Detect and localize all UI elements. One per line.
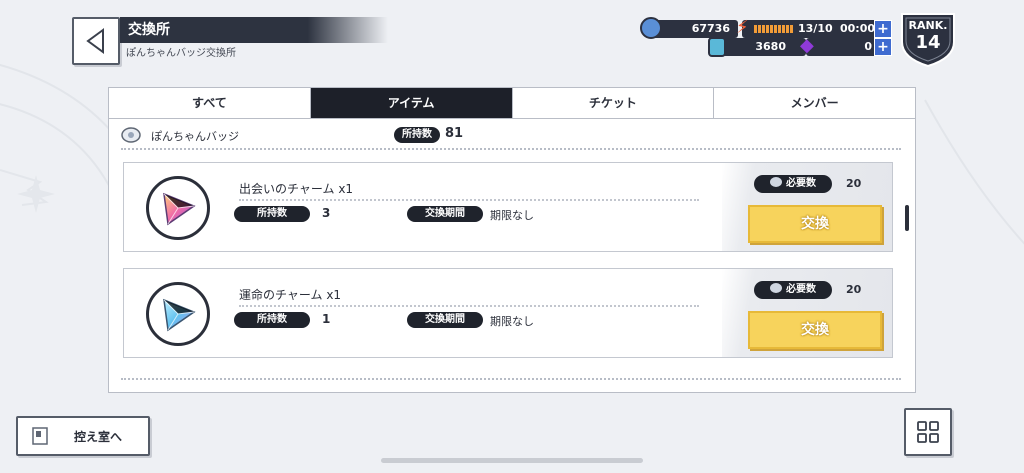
add-premium-button[interactable]: + — [874, 38, 892, 56]
item-name: 運命のチャーム x1 — [239, 288, 342, 302]
divider — [239, 199, 699, 201]
required-count-label: 必要数 — [754, 175, 832, 193]
tab-items[interactable]: アイテム — [310, 88, 513, 118]
badge-icon — [121, 127, 141, 143]
add-stamina-button[interactable]: + — [874, 20, 892, 38]
list-item: 運命のチャーム x1 所持数 1 交換期間 期限なし 必要数 20 交換 — [123, 268, 893, 358]
item-name: 出会いのチャーム x1 — [239, 182, 354, 196]
owned-count-value: 1 — [322, 312, 331, 326]
badge-icon — [770, 177, 782, 187]
page-subtitle: ぽんちゃんバッジ交換所 — [126, 48, 236, 59]
coins-counter: 67736 — [640, 17, 738, 39]
stamina-timer: 00:00 — [840, 22, 876, 35]
divider — [121, 148, 901, 150]
category-tabs: すべて アイテム チケット メンバー — [109, 88, 915, 119]
badge-icon — [770, 283, 782, 293]
exchange-button[interactable]: 交換 — [748, 205, 882, 243]
currency-row: ぽんちゃんバッジ 所持数 81 — [121, 126, 901, 146]
waiting-room-button[interactable]: 控え室へ — [16, 416, 150, 456]
required-label-text: 必要数 — [786, 284, 816, 295]
divider — [239, 305, 699, 307]
owned-count-label: 所持数 — [234, 312, 310, 328]
tab-tickets[interactable]: チケット — [512, 88, 715, 118]
tab-all[interactable]: すべて — [109, 88, 311, 118]
premium-counter: ◆ 0 — [800, 35, 882, 56]
owned-count-label: 所持数 — [234, 206, 310, 222]
back-button[interactable] — [72, 17, 120, 65]
exchange-period-value: 期限なし — [490, 315, 534, 328]
gems-counter: 3680 — [708, 37, 806, 57]
currency-name: ぽんちゃんバッジ — [151, 130, 239, 143]
home-indicator[interactable] — [381, 458, 643, 463]
exchange-period-label: 交換期間 — [407, 206, 483, 222]
diamond-icon: ◆ — [800, 35, 814, 56]
required-label-text: 必要数 — [786, 178, 816, 189]
grid-menu-icon — [917, 421, 939, 443]
tab-members[interactable]: メンバー — [714, 88, 915, 118]
gems-value: 3680 — [755, 40, 786, 53]
gem-icon — [708, 37, 726, 57]
coins-value: 67736 — [691, 22, 730, 35]
owned-count-value: 3 — [322, 206, 331, 220]
owned-label: 所持数 — [394, 127, 440, 143]
page-title: 交換所 — [120, 17, 388, 43]
stamina-value: 13/10 — [798, 22, 833, 35]
rank-label: RANK. — [908, 19, 948, 32]
exchange-period-value: 期限なし — [490, 209, 534, 222]
exchange-period-label: 交換期間 — [407, 312, 483, 328]
owned-total: 81 — [445, 126, 464, 141]
stamina-bar — [754, 25, 794, 33]
required-count-value: 20 — [846, 177, 862, 190]
lightning-icon: ⚡ — [736, 17, 749, 38]
required-count-label: 必要数 — [754, 281, 832, 299]
list-item: 出会いのチャーム x1 所持数 3 交換期間 期限なし 必要数 20 交換 — [123, 162, 893, 252]
rank-value: 14 — [915, 32, 941, 53]
coin-icon — [640, 17, 662, 39]
blue-charm-icon — [146, 282, 210, 346]
required-count-value: 20 — [846, 283, 862, 296]
waiting-room-label: 控え室へ — [74, 430, 123, 444]
back-arrow-icon — [86, 28, 104, 54]
exchange-panel: すべて アイテム チケット メンバー ぽんちゃんバッジ 所持数 81 出会いのチ… — [108, 87, 916, 393]
premium-value: 0 — [864, 40, 872, 53]
divider — [121, 378, 901, 380]
rank-badge[interactable]: RANK. 14 — [898, 8, 958, 68]
door-icon — [32, 427, 48, 445]
scrollbar[interactable] — [905, 205, 909, 231]
menu-button[interactable] — [904, 408, 952, 456]
pink-charm-icon — [146, 176, 210, 240]
exchange-button[interactable]: 交換 — [748, 311, 882, 349]
